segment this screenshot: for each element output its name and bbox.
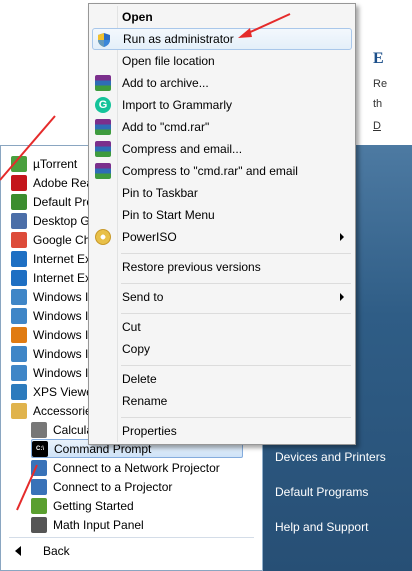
webpage-text-line: Re [373, 78, 388, 90]
submenu-arrow-icon [340, 293, 344, 301]
devices-and-printers-link[interactable]: Devices and Printers [275, 450, 386, 464]
menu-item-open-file-location[interactable]: Open file location [92, 50, 352, 72]
program-label: Adobe Rea [33, 175, 94, 190]
program-item[interactable]: Math Input Panel [31, 515, 243, 534]
back-button[interactable]: Back [15, 544, 70, 558]
program-label: XPS Viewe [33, 384, 93, 399]
menu-item-compress-and-email[interactable]: Compress and email... [92, 138, 352, 160]
projector-icon [31, 478, 47, 495]
windows-media-icon [11, 326, 27, 343]
menu-separator [121, 417, 351, 418]
program-label: Math Input Panel [53, 517, 144, 532]
menu-item-import-grammarly[interactable]: G Import to Grammarly [92, 94, 352, 116]
menu-separator [121, 313, 351, 314]
winrar-icon [95, 163, 111, 179]
windows-icon [11, 345, 27, 362]
webpage-text-line: th [373, 98, 383, 110]
back-label: Back [43, 544, 70, 558]
utorrent-icon [11, 155, 27, 172]
menu-item-delete[interactable]: Delete [92, 368, 352, 390]
program-label: Windows I [33, 346, 89, 361]
windows-icon [11, 364, 27, 381]
desktop-gadget-icon [11, 212, 27, 229]
internet-explorer-icon [11, 250, 27, 267]
program-label: Accessorie [33, 403, 92, 418]
poweriso-disc-icon [95, 229, 111, 245]
webpage-heading: E [373, 50, 384, 67]
menu-item-copy[interactable]: Copy [92, 338, 352, 360]
menu-item-add-to-archive[interactable]: Add to archive... [92, 72, 352, 94]
program-label: Windows I [33, 327, 89, 342]
calculator-icon [31, 421, 47, 438]
menu-item-cut[interactable]: Cut [92, 316, 352, 338]
windows-icon [11, 288, 27, 305]
program-label: Desktop G [33, 213, 90, 228]
program-item[interactable]: Getting Started [31, 496, 243, 515]
program-label: Getting Started [53, 498, 134, 513]
menu-item-compress-rar-email[interactable]: Compress to "cmd.rar" and email [92, 160, 352, 182]
menu-item-add-to-rar[interactable]: Add to "cmd.rar" [92, 116, 352, 138]
windows-icon [11, 307, 27, 324]
program-label: Windows I [33, 289, 89, 304]
program-label: Default Pro [33, 194, 94, 209]
submenu-arrow-icon [340, 233, 344, 241]
menu-item-pin-to-taskbar[interactable]: Pin to Taskbar [92, 182, 352, 204]
internet-explorer-icon [11, 269, 27, 286]
adobe-reader-icon [11, 174, 27, 191]
winrar-icon [95, 75, 111, 91]
program-label: Windows I [33, 365, 89, 380]
folder-icon [11, 402, 27, 419]
cmd-icon: C:\ [32, 440, 48, 457]
program-label: Connect to a Network Projector [53, 460, 220, 475]
back-arrow-icon [15, 546, 21, 556]
menu-item-restore-previous-versions[interactable]: Restore previous versions [92, 256, 352, 278]
help-and-support-link[interactable]: Help and Support [275, 520, 368, 534]
divider [9, 537, 254, 538]
program-label: Internet Ex [33, 270, 92, 285]
menu-separator [121, 253, 351, 254]
network-projector-icon [31, 459, 47, 476]
default-programs-icon [11, 193, 27, 210]
menu-separator [121, 365, 351, 366]
menu-item-properties[interactable]: Properties [92, 420, 352, 442]
grammarly-icon: G [95, 97, 111, 113]
uac-shield-icon [96, 32, 112, 48]
xps-viewer-icon [11, 383, 27, 400]
menu-separator [121, 283, 351, 284]
program-label: Connect to a Projector [53, 479, 173, 494]
google-chrome-icon [11, 231, 27, 248]
default-programs-link[interactable]: Default Programs [275, 485, 368, 499]
program-label: Google Ch [33, 232, 91, 247]
program-item[interactable]: Connect to a Network Projector [31, 458, 243, 477]
menu-item-pin-to-start-menu[interactable]: Pin to Start Menu [92, 204, 352, 226]
menu-item-send-to[interactable]: Send to [92, 286, 352, 308]
program-label: µTorrent [33, 156, 78, 171]
program-label: Internet Ex [33, 251, 92, 266]
menu-item-rename[interactable]: Rename [92, 390, 352, 412]
menu-item-run-as-administrator[interactable]: Run as administrator [92, 28, 352, 50]
webpage-link[interactable]: D [373, 120, 381, 132]
webpage-background: E Re th D [352, 0, 412, 150]
winrar-icon [95, 141, 111, 157]
menu-item-open[interactable]: Open [92, 6, 352, 28]
math-input-icon [31, 516, 47, 533]
program-item[interactable]: Connect to a Projector [31, 477, 243, 496]
program-label: Windows I [33, 308, 89, 323]
context-menu: Open Run as administrator Open file loca… [88, 3, 356, 445]
getting-started-icon [31, 497, 47, 514]
winrar-icon [95, 119, 111, 135]
menu-item-poweriso[interactable]: PowerISO [92, 226, 352, 248]
